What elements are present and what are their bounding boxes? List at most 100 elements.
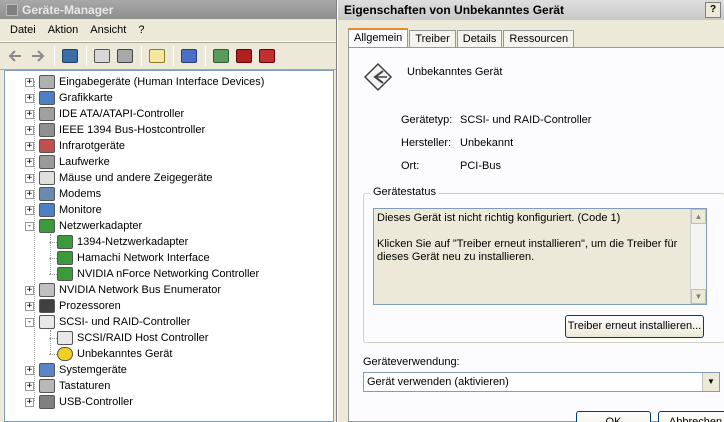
expand-toggle[interactable]: +: [25, 173, 34, 183]
device-tree: + Eingabegeräte (Human Interface Devices)…: [4, 70, 334, 422]
device-type-value: SCSI- und RAID-Controller: [460, 114, 592, 126]
tab-allgemein[interactable]: Allgemein: [348, 28, 409, 49]
tree-category[interactable]: + Modems: [25, 186, 101, 202]
scsi-controller-icon: [57, 331, 73, 345]
tree-item-label: Systemgeräte: [59, 364, 127, 376]
properties-button[interactable]: [91, 45, 113, 67]
scroll-down-arrow-icon[interactable]: ▼: [691, 289, 706, 304]
network-card-icon: [57, 267, 73, 281]
expand-toggle[interactable]: +: [25, 93, 34, 103]
device-usage-select[interactable]: Gerät verwenden (aktivieren) ▼: [363, 372, 720, 392]
tree-category[interactable]: + Grafikkarte: [25, 90, 113, 106]
tree-device[interactable]: Unbekanntes Gerät: [49, 346, 173, 362]
tree-connector: [49, 274, 57, 275]
infrared-icon: [39, 139, 55, 153]
ok-button[interactable]: OK: [576, 411, 651, 422]
print-button[interactable]: [114, 45, 136, 67]
reinstall-driver-button[interactable]: Treiber erneut installieren...: [565, 315, 704, 338]
expand-toggle[interactable]: +: [25, 397, 34, 407]
expand-toggle[interactable]: +: [25, 365, 34, 375]
menu-ansicht[interactable]: Ansicht: [84, 22, 132, 38]
tree-item-label: Eingabegeräte (Human Interface Devices): [59, 76, 265, 88]
tree-device[interactable]: 1394-Netzwerkadapter: [49, 234, 188, 250]
tree-item-label: IDE ATA/ATAPI-Controller: [59, 108, 185, 120]
menu-datei[interactable]: Datei: [4, 22, 42, 38]
forward-button[interactable]: [27, 45, 49, 67]
tree-category[interactable]: + IEEE 1394 Bus-Hostcontroller: [25, 122, 205, 138]
back-button[interactable]: [4, 45, 26, 67]
tree-category[interactable]: + Tastaturen: [25, 378, 110, 394]
tab-strip: Allgemein Treiber Details Ressourcen: [348, 27, 575, 49]
tree-category[interactable]: + IDE ATA/ATAPI-Controller: [25, 106, 184, 122]
menu-aktion[interactable]: Aktion: [42, 22, 85, 38]
disable-button[interactable]: [256, 45, 278, 67]
expand-toggle[interactable]: +: [25, 141, 34, 151]
tree-item-label: Unbekanntes Gerät: [77, 348, 173, 360]
expand-toggle[interactable]: +: [25, 301, 34, 311]
modem-icon: [39, 187, 55, 201]
tab-details[interactable]: Details: [456, 30, 503, 48]
tree-category[interactable]: + USB-Controller: [25, 394, 133, 410]
tree-connector: [49, 354, 57, 355]
expand-toggle[interactable]: +: [25, 205, 34, 215]
tree-category[interactable]: + Monitore: [25, 202, 102, 218]
toolbar-separator: [173, 46, 174, 66]
tree-category[interactable]: + Prozessoren: [25, 298, 121, 314]
show-hide-console-tree-button[interactable]: [59, 45, 81, 67]
expand-toggle[interactable]: +: [25, 381, 34, 391]
expand-toggle[interactable]: +: [25, 109, 34, 119]
tree-item-label: USB-Controller: [59, 396, 133, 408]
scroll-up-arrow-icon[interactable]: ▲: [691, 209, 706, 224]
tree-category[interactable]: + Mäuse und andere Zeigegeräte: [25, 170, 213, 186]
tab-ressourcen[interactable]: Ressourcen: [503, 30, 575, 48]
expand-toggle[interactable]: +: [25, 77, 34, 87]
chevron-down-icon[interactable]: ▼: [702, 373, 719, 391]
network-card-icon: [57, 251, 73, 265]
context-help-button[interactable]: ?: [705, 2, 721, 18]
manufacturer-label: Hersteller:: [401, 137, 452, 149]
tab-treiber[interactable]: Treiber: [409, 30, 456, 48]
expand-toggle[interactable]: +: [25, 285, 34, 295]
tree-category[interactable]: + Systemgeräte: [25, 362, 127, 378]
properties-dialog: Eigenschaften von Unbekanntes Gerät ? Al…: [337, 0, 724, 422]
uninstall-button[interactable]: [233, 45, 255, 67]
cancel-button[interactable]: Abbrechen: [658, 411, 724, 422]
tree-device[interactable]: NVIDIA nForce Networking Controller: [49, 266, 259, 282]
expand-toggle[interactable]: +: [25, 125, 34, 135]
tree-item-label: Netzwerkadapter: [59, 220, 143, 232]
tree-item-label: Infrarotgeräte: [59, 140, 126, 152]
unknown-device-warning-icon: [57, 347, 73, 361]
tree-device[interactable]: SCSI/RAID Host Controller: [49, 330, 208, 346]
expand-toggle[interactable]: +: [25, 189, 34, 199]
collapse-toggle[interactable]: -: [25, 221, 34, 231]
toolbar-separator: [141, 46, 142, 66]
tree-category[interactable]: + Laufwerke: [25, 154, 110, 170]
device-usage-label: Geräteverwendung:: [363, 356, 460, 368]
collapse-toggle[interactable]: -: [25, 317, 34, 327]
menu-help[interactable]: ?: [132, 22, 150, 38]
scan-hardware-button[interactable]: [178, 45, 200, 67]
tree-item-label: Grafikkarte: [59, 92, 113, 104]
network-adapter-icon: [39, 219, 55, 233]
general-tab-panel: Unbekanntes Gerät Gerätetyp: SCSI- und R…: [348, 47, 724, 422]
tree-category[interactable]: + Eingabegeräte (Human Interface Devices): [25, 74, 264, 90]
help-button[interactable]: [146, 45, 168, 67]
properties-titlebar[interactable]: Eigenschaften von Unbekanntes Gerät: [338, 0, 724, 20]
tree-item-label: IEEE 1394 Bus-Hostcontroller: [59, 124, 206, 136]
tree-connector: [49, 338, 57, 339]
expand-toggle[interactable]: +: [25, 157, 34, 167]
status-scrollbar[interactable]: ▲ ▼: [690, 209, 706, 304]
device-manager-titlebar[interactable]: Geräte-Manager: [0, 0, 336, 19]
tree-item-label: Laufwerke: [59, 156, 110, 168]
tree-device[interactable]: Hamachi Network Interface: [49, 250, 210, 266]
tree-category[interactable]: - SCSI- und RAID-Controller: [25, 314, 190, 330]
tree-category[interactable]: + NVIDIA Network Bus Enumerator: [25, 282, 221, 298]
device-manager-window: Geräte-Manager Datei Aktion Ansicht ? + …: [0, 0, 337, 422]
device-status-title: Gerätestatus: [370, 186, 439, 198]
device-status-textbox[interactable]: Dieses Gerät ist nicht richtig konfiguri…: [373, 208, 707, 305]
tree-category[interactable]: + Infrarotgeräte: [25, 138, 125, 154]
network-card-icon: [57, 235, 73, 249]
properties-title: Eigenschaften von Unbekanntes Gerät: [344, 3, 565, 17]
update-driver-button[interactable]: [210, 45, 232, 67]
tree-category[interactable]: - Netzwerkadapter: [25, 218, 142, 234]
